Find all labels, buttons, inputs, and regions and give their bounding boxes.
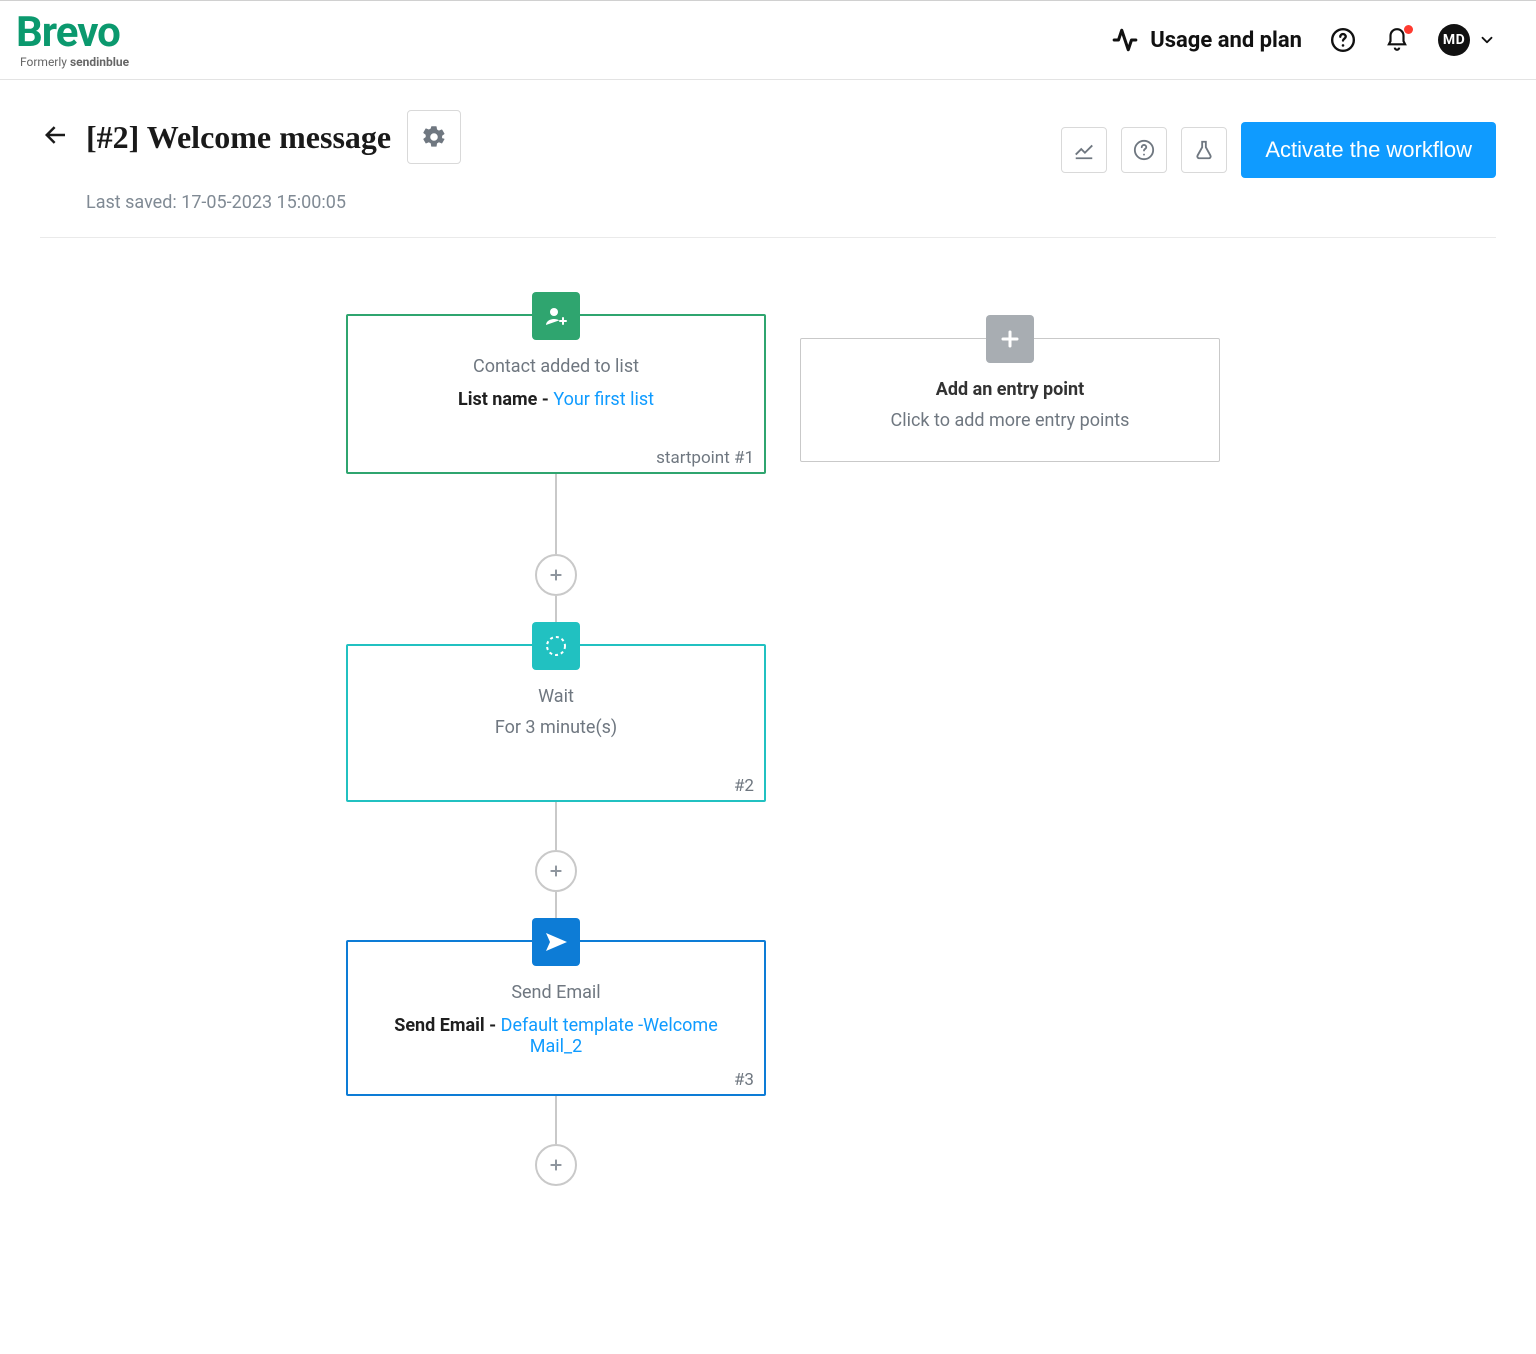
start-label-prefix: List name - — [458, 389, 553, 410]
send-title: Send Email — [368, 982, 744, 1003]
settings-button[interactable] — [407, 110, 461, 164]
avatar: MD — [1438, 24, 1470, 56]
chevron-down-icon — [1478, 31, 1496, 49]
chart-icon — [1073, 139, 1095, 161]
send-icon — [532, 918, 580, 966]
send-email-node[interactable]: Send Email Send Email - Default template… — [346, 940, 766, 1096]
help-icon[interactable] — [1330, 27, 1356, 53]
brand-logo: Brevo — [16, 12, 129, 54]
entry-sub: Click to add more entry points — [821, 410, 1199, 431]
navbar: Brevo Formerly sendinblue Usage and plan… — [0, 0, 1536, 80]
connector-line — [555, 474, 557, 554]
brand-sub-prefix: Formerly — [20, 55, 70, 69]
back-button[interactable] — [40, 120, 70, 154]
add-entry-point-node[interactable]: Add an entry point Click to add more ent… — [800, 338, 1220, 462]
nav-right: Usage and plan MD — [1112, 24, 1496, 56]
usage-and-plan[interactable]: Usage and plan — [1112, 27, 1302, 53]
activate-button[interactable]: Activate the workflow — [1241, 122, 1496, 178]
workflow-canvas: Add an entry point Click to add more ent… — [0, 254, 1536, 1354]
account-menu[interactable]: MD — [1438, 24, 1496, 56]
send-label-prefix: Send Email - — [394, 1015, 500, 1036]
entry-title: Add an entry point — [821, 379, 1199, 400]
send-line2: Send Email - Default template -Welcome M… — [368, 1015, 744, 1057]
start-line2: List name - Your first list — [368, 389, 744, 410]
gear-icon — [421, 124, 447, 150]
user-plus-icon — [532, 292, 580, 340]
stats-button[interactable] — [1061, 127, 1107, 173]
brand[interactable]: Brevo Formerly sendinblue — [16, 12, 129, 68]
last-saved: Last saved: 17-05-2023 15:00:05 — [86, 192, 1496, 213]
activity-icon — [1112, 27, 1138, 53]
test-button[interactable] — [1181, 127, 1227, 173]
notification-dot — [1404, 25, 1413, 34]
wait-sub: For 3 minute(s) — [368, 717, 744, 738]
flask-icon — [1193, 139, 1215, 161]
page-title: [#2] Welcome message — [86, 119, 391, 156]
help-icon — [1133, 139, 1155, 161]
add-step-button[interactable] — [535, 850, 577, 892]
title-left: [#2] Welcome message — [40, 110, 461, 164]
start-title: Contact added to list — [368, 356, 744, 377]
flow-column: Contact added to list List name - Your f… — [346, 314, 766, 1186]
connector-line — [555, 802, 557, 850]
send-link[interactable]: Default template -Welcome Mail_2 — [501, 1015, 718, 1057]
plus-icon — [986, 315, 1034, 363]
divider — [40, 237, 1496, 238]
add-step-button[interactable] — [535, 554, 577, 596]
titlebar: [#2] Welcome message Activate the workfl… — [0, 80, 1536, 254]
usage-label: Usage and plan — [1150, 28, 1302, 53]
start-node[interactable]: Contact added to list List name - Your f… — [346, 314, 766, 474]
wait-icon — [532, 622, 580, 670]
send-footer: #3 — [734, 1070, 754, 1090]
start-footer: startpoint #1 — [656, 448, 754, 468]
brand-subtitle: Formerly sendinblue — [16, 56, 129, 68]
wait-footer: #2 — [734, 776, 754, 796]
start-link[interactable]: Your first list — [553, 389, 654, 410]
add-step-button[interactable] — [535, 1144, 577, 1186]
notifications-icon[interactable] — [1384, 27, 1410, 53]
title-right: Activate the workflow — [1061, 122, 1496, 178]
wait-node[interactable]: Wait For 3 minute(s) #2 — [346, 644, 766, 802]
help-button[interactable] — [1121, 127, 1167, 173]
wait-title: Wait — [368, 686, 744, 707]
brand-sub-bold: sendinblue — [70, 55, 129, 69]
connector-line — [555, 1096, 557, 1144]
